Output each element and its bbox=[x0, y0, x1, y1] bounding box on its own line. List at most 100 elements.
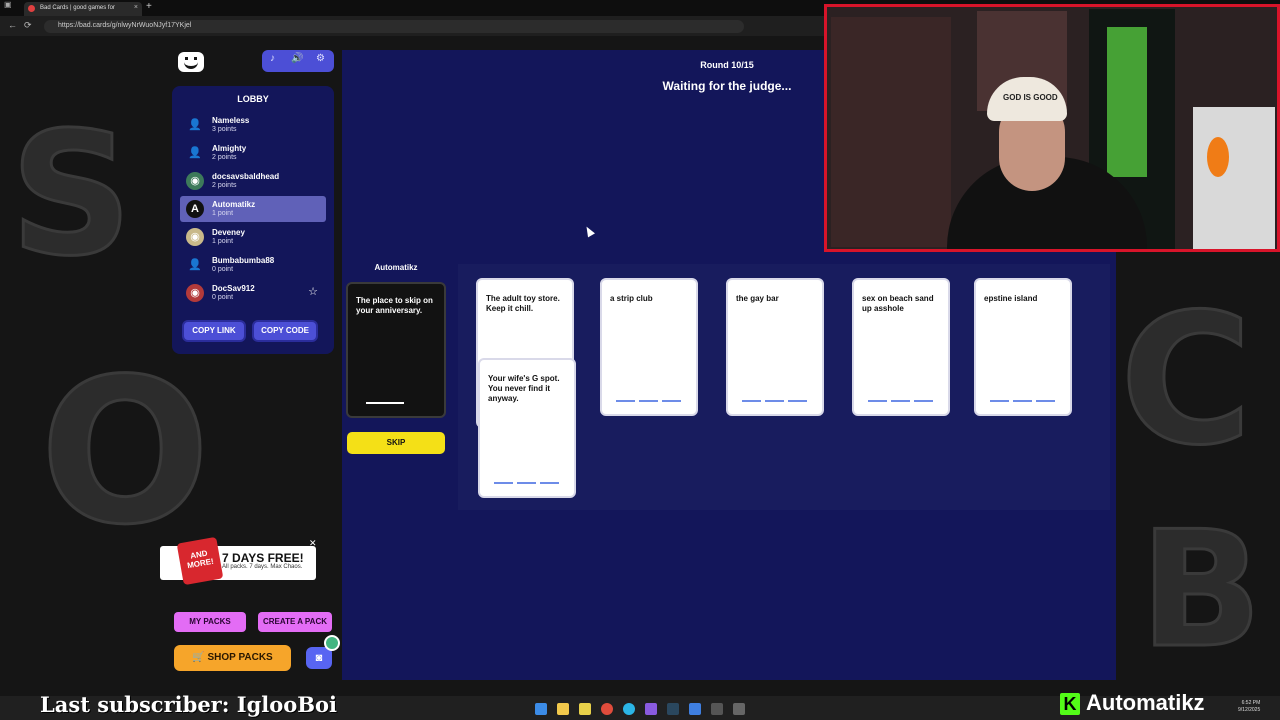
tab-close-icon[interactable]: × bbox=[134, 4, 138, 11]
new-tab-icon[interactable]: + bbox=[146, 1, 152, 12]
player-row: ◉ docsavsbaldhead 2 points bbox=[180, 168, 326, 194]
star-icon[interactable]: ☆ bbox=[308, 285, 318, 298]
webcam-shelf bbox=[831, 17, 951, 247]
black-card-prompt: The place to skip on your anniversary. bbox=[356, 296, 433, 315]
bad-cards-logo[interactable] bbox=[178, 52, 204, 72]
player-name: Deveney bbox=[212, 228, 245, 237]
card-blank bbox=[868, 400, 934, 402]
user-icon: 👤 bbox=[188, 259, 202, 271]
file-explorer-icon[interactable] bbox=[557, 703, 569, 715]
promo-subtitle: All packs. 7 days. Max Chaos. bbox=[222, 564, 303, 570]
black-card: The place to skip on your anniversary. bbox=[346, 282, 446, 418]
player-points: 2 points bbox=[212, 182, 237, 189]
my-packs-button[interactable]: MY PACKS bbox=[174, 612, 246, 632]
app-icon[interactable] bbox=[645, 703, 657, 715]
background-graffiti: O bbox=[38, 335, 211, 571]
browser-tab[interactable]: Bad Cards | good games for × bbox=[24, 2, 142, 16]
chrome-icon[interactable] bbox=[601, 703, 613, 715]
player-row: 👤 Almighty 2 points bbox=[180, 140, 326, 166]
player-points: 1 point bbox=[212, 238, 234, 245]
copy-link-button[interactable]: COPY LINK bbox=[182, 320, 246, 342]
windows-start-icon[interactable] bbox=[535, 703, 547, 715]
skip-button[interactable]: SKIP bbox=[347, 432, 445, 454]
webcam-banner-logo bbox=[1107, 27, 1147, 177]
promo-title: 7 DAYS FREE! bbox=[222, 551, 304, 565]
app-icon[interactable] bbox=[711, 703, 723, 715]
player-points: 3 points bbox=[212, 126, 237, 133]
tab-title: Bad Cards | good games for bbox=[40, 5, 115, 11]
white-card[interactable]: sex on beach sand up asshole bbox=[852, 278, 950, 416]
player-name: Nameless bbox=[212, 116, 250, 125]
player-row-current: A Automatikz 1 point bbox=[180, 196, 326, 222]
app-icon[interactable] bbox=[733, 703, 745, 715]
player-points: 1 point bbox=[212, 210, 234, 217]
copy-code-button[interactable]: COPY CODE bbox=[252, 320, 318, 342]
window-menu-icon[interactable]: ▣ bbox=[4, 0, 12, 9]
create-pack-button[interactable]: CREATE A PACK bbox=[258, 612, 332, 632]
url-field[interactable]: https://bad.cards/g/nlwyNrWuoNJyf17YKjel bbox=[44, 20, 744, 33]
back-icon[interactable]: ← bbox=[8, 20, 17, 30]
webcam-pc-case bbox=[1193, 107, 1275, 249]
background-graffiti: S bbox=[8, 95, 133, 296]
white-card[interactable]: Your wife's G spot. You never find it an… bbox=[478, 358, 576, 498]
clock-time: 6:52 PM bbox=[1241, 700, 1261, 706]
white-card-text: the gay bar bbox=[736, 294, 779, 303]
submitted-cards-area: The adult toy store. Keep it chill. Your… bbox=[458, 264, 1110, 510]
white-card-text: The adult toy store. Keep it chill. bbox=[486, 294, 560, 313]
last-subscriber-text: Last subscriber: IglooBoi bbox=[40, 692, 338, 717]
lobby-title: LOBBY bbox=[237, 94, 269, 104]
card-blank bbox=[494, 482, 560, 484]
webcam-pc-light bbox=[1207, 137, 1229, 177]
card-blank bbox=[616, 400, 682, 402]
system-clock[interactable]: 6:52 PM 9/12/2025 bbox=[1238, 700, 1260, 714]
white-card[interactable]: a strip club bbox=[600, 278, 698, 416]
notification-badge bbox=[324, 635, 340, 651]
promo-tag: AND MORE! bbox=[176, 536, 224, 586]
user-icon: 👤 bbox=[188, 147, 202, 159]
webcam-overlay: GOD IS GOOD bbox=[824, 4, 1280, 252]
steam-icon[interactable] bbox=[667, 703, 679, 715]
player-name: docsavsbaldhead bbox=[212, 172, 280, 181]
player-name: Automatikz bbox=[212, 200, 256, 209]
avatar: ◉ bbox=[186, 228, 204, 246]
avatar: ◉ bbox=[186, 172, 204, 190]
close-icon[interactable]: ✕ bbox=[309, 538, 317, 549]
background-graffiti: C bbox=[1118, 275, 1253, 487]
card-blank bbox=[366, 402, 404, 404]
player-name: Bumbabumba88 bbox=[212, 256, 275, 265]
edge-icon[interactable] bbox=[623, 703, 635, 715]
lobby-panel: LOBBY 👤 Nameless 3 points 👤 Almighty 2 p… bbox=[172, 86, 334, 354]
player-points: 0 point bbox=[212, 294, 234, 301]
shop-packs-button[interactable]: 🛒 SHOP PACKS bbox=[174, 645, 291, 671]
gear-icon[interactable]: ⚙ bbox=[316, 53, 325, 64]
player-points: 2 points bbox=[212, 154, 237, 161]
white-card[interactable]: the gay bar bbox=[726, 278, 824, 416]
avatar: ◉ bbox=[186, 284, 204, 302]
white-card-text: epstine island bbox=[984, 294, 1038, 303]
clock-date: 9/12/2025 bbox=[1238, 707, 1261, 713]
player-row: 👤 Nameless 3 points bbox=[180, 112, 326, 138]
hat-text: GOD IS GOOD bbox=[1003, 93, 1058, 102]
card-blank bbox=[742, 400, 808, 402]
white-card-text: Your wife's G spot. You never find it an… bbox=[488, 374, 560, 403]
user-icon: 👤 bbox=[188, 119, 202, 131]
white-card[interactable]: epstine island bbox=[974, 278, 1072, 416]
streamer-brand-name: Automatikz bbox=[1086, 690, 1205, 715]
player-row: ◉ DocSav912 0 point ☆ bbox=[180, 280, 326, 306]
player-name: Almighty bbox=[212, 144, 247, 153]
music-icon[interactable]: ♪ bbox=[270, 53, 275, 64]
folder-icon[interactable] bbox=[579, 703, 591, 715]
site-favicon-icon bbox=[28, 5, 35, 12]
player-row: 👤 Bumbabumba88 0 point bbox=[180, 252, 326, 278]
white-card-text: a strip club bbox=[610, 294, 653, 303]
player-points: 0 point bbox=[212, 266, 234, 273]
reload-icon[interactable]: ⟳ bbox=[24, 20, 32, 31]
volume-icon[interactable]: 🔊 bbox=[291, 53, 303, 64]
kick-logo: K bbox=[1060, 693, 1080, 715]
white-card-text: sex on beach sand up asshole bbox=[862, 294, 934, 313]
background-graffiti: B bbox=[1139, 495, 1264, 685]
card-blank bbox=[990, 400, 1056, 402]
audio-controls: ♪ 🔊 ⚙ bbox=[262, 50, 334, 72]
avatar: A bbox=[186, 200, 204, 218]
app-icon[interactable] bbox=[689, 703, 701, 715]
